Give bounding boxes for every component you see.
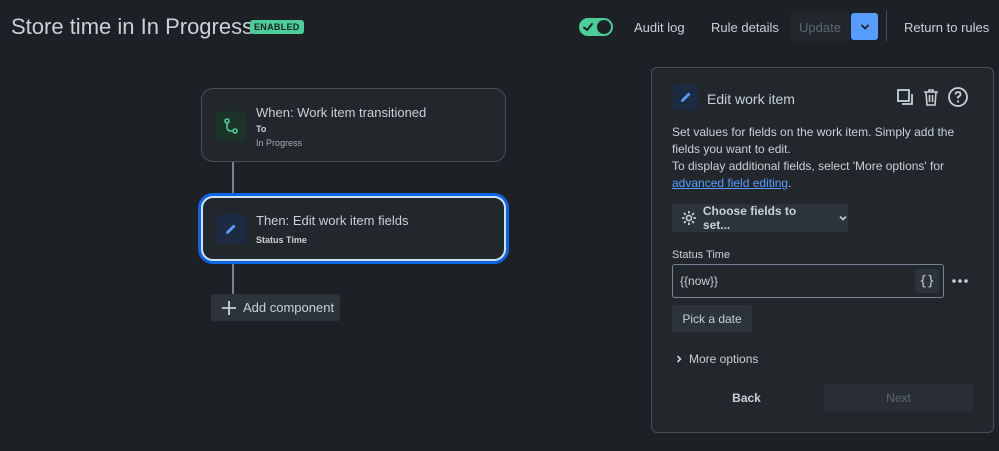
panel-title: Edit work item <box>707 91 795 107</box>
braces-icon: {} <box>919 273 935 289</box>
chevron-right-icon <box>676 355 682 363</box>
action-title: Then: Edit work item fields <box>256 213 409 228</box>
connector-line <box>232 260 234 295</box>
header-divider <box>886 11 887 41</box>
description-text-2: To display additional fields, select 'Mo… <box>672 159 945 173</box>
trigger-node[interactable]: When: Work item transitioned To In Progr… <box>201 88 506 162</box>
description-text: Set values for fields on the work item. … <box>672 125 955 156</box>
help-button[interactable] <box>947 86 969 108</box>
panel-description: Set values for fields on the work item. … <box>672 124 982 192</box>
trash-icon <box>924 89 938 106</box>
duplicate-button[interactable] <box>894 86 916 108</box>
more-options-label: More options <box>689 352 759 366</box>
rule-details-button[interactable]: Rule details <box>711 20 779 35</box>
chevron-down-icon <box>860 24 869 30</box>
page-title: Store time in In Progress <box>11 14 254 39</box>
add-component-button[interactable]: Add component <box>211 294 340 321</box>
edit-panel: Edit work item Set values for fields on … <box>651 67 994 433</box>
chevron-down-icon <box>839 215 847 221</box>
action-node[interactable]: Then: Edit work item fields Status Time <box>201 196 506 261</box>
update-menu-button[interactable] <box>851 13 878 40</box>
ellipsis-icon <box>952 279 968 283</box>
action-subtitle: Status Time <box>256 235 307 245</box>
advanced-field-editing-link[interactable]: advanced field editing <box>672 176 788 190</box>
trigger-subtitle: To <box>256 124 267 134</box>
next-button[interactable]: Next <box>824 384 973 412</box>
return-to-rules-button[interactable]: Return to rules <box>904 20 989 35</box>
enable-toggle[interactable] <box>579 18 613 36</box>
help-icon <box>948 87 968 107</box>
plus-icon <box>222 300 236 315</box>
status-badge: ENABLED <box>250 20 304 34</box>
transition-icon <box>216 111 246 141</box>
status-time-label: Status Time <box>672 249 731 261</box>
status-time-value: {{now}} <box>680 274 719 288</box>
trigger-title: When: Work item transitioned <box>256 105 427 120</box>
connector-line <box>232 161 234 197</box>
pick-a-date-button[interactable]: Pick a date <box>672 305 752 332</box>
add-component-label: Add component <box>243 300 335 315</box>
choose-fields-button[interactable]: Choose fields to set... <box>672 204 848 232</box>
delete-button[interactable] <box>920 86 942 108</box>
trigger-status: In Progress <box>256 138 303 148</box>
smart-value-button[interactable]: {} <box>915 269 939 293</box>
copy-icon <box>897 89 913 105</box>
check-icon <box>583 23 593 31</box>
gear-icon <box>681 211 696 225</box>
pencil-icon <box>216 214 246 244</box>
pencil-icon <box>673 84 699 110</box>
description-end: . <box>788 176 792 190</box>
choose-fields-label: Choose fields to set... <box>702 204 797 232</box>
audit-log-button[interactable]: Audit log <box>634 20 685 35</box>
more-actions-button[interactable] <box>949 270 971 292</box>
more-options-toggle[interactable]: More options <box>675 352 758 366</box>
toggle-knob <box>597 20 611 34</box>
status-time-input[interactable]: {{now}} {} <box>672 264 944 298</box>
back-button[interactable]: Back <box>672 384 821 412</box>
update-button[interactable]: Update <box>790 13 850 41</box>
